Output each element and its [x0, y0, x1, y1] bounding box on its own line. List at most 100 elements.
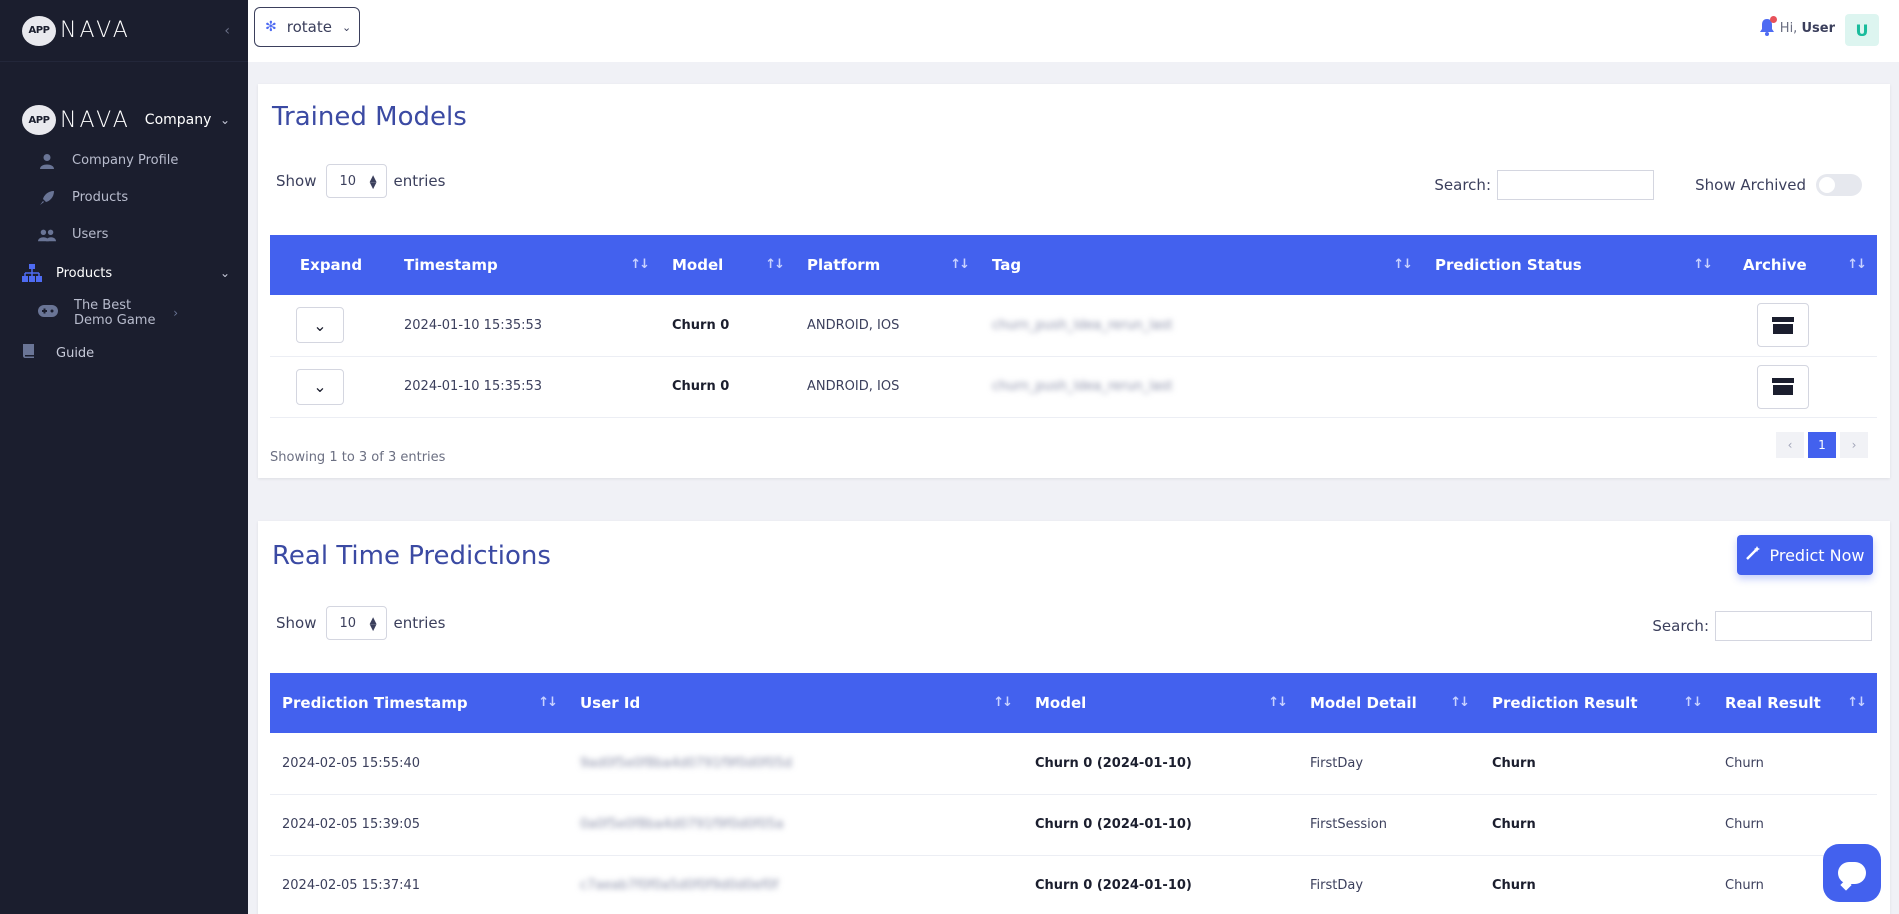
chevron-down-icon: ⌄	[313, 377, 327, 396]
chevron-right-icon: ›	[173, 306, 178, 320]
chevron-down-icon: ⌄	[341, 20, 352, 34]
greeting-prefix: Hi,	[1779, 21, 1798, 36]
sidebar-item-users[interactable]: Users	[0, 216, 248, 253]
entries-select[interactable]: 10 ▲ ▼	[326, 164, 388, 198]
prediction-timestamp-cell: 2024-02-05 15:39:05	[270, 794, 568, 856]
chat-bubble-icon	[1838, 862, 1866, 884]
magic-wand-icon	[1745, 545, 1761, 565]
prediction-result-cell: Churn	[1480, 855, 1713, 914]
column-header-prediction-result[interactable]: Prediction Result ↑↓	[1480, 673, 1713, 733]
sidebar-item-company-profile[interactable]: Company Profile	[0, 142, 248, 179]
prediction-result-cell: Churn	[1480, 794, 1713, 856]
archive-button[interactable]	[1757, 303, 1809, 348]
column-header-real-result[interactable]: Real Result ↑↓	[1713, 673, 1877, 733]
trained-models-title: Trained Models	[272, 102, 467, 132]
user-icon	[38, 152, 56, 170]
show-entries-control: Show 10 ▲ ▼ entries	[276, 606, 445, 640]
column-header-model[interactable]: Model ↑↓	[660, 235, 795, 295]
book-icon	[22, 343, 40, 363]
sidebar-item-products[interactable]: Products ⌄	[0, 253, 248, 293]
column-header-tag[interactable]: Tag ↑↓	[980, 235, 1423, 295]
trained-models-table: Expand Timestamp ↑↓ Model ↑↓ Platform ↑↓ Ta…	[270, 235, 1877, 418]
real-result-cell: Churn	[1713, 733, 1877, 795]
notification-bell-icon[interactable]	[1759, 16, 1777, 41]
app-logo[interactable]: APP NAVA	[22, 15, 131, 46]
column-header-model[interactable]: Model ↑↓	[1023, 673, 1298, 733]
search-control: Search:	[1652, 611, 1872, 641]
table-header-row: Expand Timestamp ↑↓ Model ↑↓ Platform ↑↓ Ta…	[270, 235, 1877, 295]
tag-cell: churn_push_ldea_rerun_last	[980, 356, 1423, 418]
avatar[interactable]: U	[1845, 14, 1879, 46]
prediction-timestamp-cell: 2024-02-05 15:55:40	[270, 733, 568, 795]
sort-icon: ↑↓	[1693, 257, 1713, 272]
column-header-platform[interactable]: Platform ↑↓	[795, 235, 980, 295]
table-row: 2024-02-05 15:39:05 0a0f5e0f8ba4d0791f9f…	[270, 794, 1877, 856]
timestamp-cell: 2024-01-10 15:35:53	[392, 356, 660, 418]
prediction-timestamp-cell: 2024-02-05 15:37:41	[270, 855, 568, 914]
pagination-prev[interactable]: ‹	[1776, 432, 1804, 458]
sidebar-item-guide[interactable]: Guide	[0, 333, 248, 373]
column-header-prediction-timestamp[interactable]: Prediction Timestamp ↑↓	[270, 673, 568, 733]
search-control: Search:	[1434, 170, 1654, 200]
notification-dot	[1770, 16, 1777, 23]
collapse-sidebar-icon[interactable]: ‹	[224, 23, 230, 39]
expand-button[interactable]: ⌄	[296, 307, 344, 344]
sidebar-item-game[interactable]: The Best Demo Game ›	[0, 293, 248, 333]
trained-models-card: Trained Models Show 10 ▲ ▼ entries Search…	[258, 84, 1890, 478]
sidebar-item-label: The Best Demo Game	[74, 298, 156, 328]
column-header-user-id[interactable]: User Id ↑↓	[568, 673, 1023, 733]
table-header-row: Prediction Timestamp ↑↓ User Id ↑↓ Model ↑↓…	[270, 673, 1877, 733]
user-id-cell: c7aeab7f0f0a5d0f0f9d0d0ef0f	[568, 855, 1023, 914]
column-header-model-detail[interactable]: Model Detail ↑↓	[1298, 673, 1480, 733]
entries-select[interactable]: 10 ▲ ▼	[326, 606, 388, 640]
table-row: ⌄ 2024-01-10 15:35:53 Churn 0 ANDROID, I…	[270, 295, 1877, 357]
sort-icon: ↑↓	[1450, 695, 1470, 710]
sort-icon: ↑↓	[765, 257, 785, 272]
show-label: Show	[276, 172, 317, 190]
company-label: Company	[144, 112, 212, 128]
search-input[interactable]	[1497, 170, 1654, 200]
column-header-timestamp[interactable]: Timestamp ↑↓	[392, 235, 660, 295]
sidebar-item-label: Users	[72, 227, 109, 242]
sidebar-item-label: Products	[56, 265, 113, 281]
expand-button[interactable]: ⌄	[296, 368, 344, 405]
top-bar: ✻ rotate ⌄ Hi, User U	[248, 0, 1899, 62]
archive-box-icon	[1772, 378, 1794, 395]
pagination-next[interactable]: ›	[1840, 432, 1868, 458]
chat-widget-button[interactable]	[1823, 844, 1881, 902]
expand-cell: ⌄	[270, 356, 392, 418]
model-cell: Churn 0	[660, 356, 795, 418]
sort-icon: ↑↓	[1268, 695, 1288, 710]
table-info: Showing 1 to 3 of 3 entries	[270, 450, 446, 465]
archive-button[interactable]	[1757, 364, 1809, 409]
logo-mark: APP	[22, 15, 56, 46]
logo-text: NAVA	[60, 18, 131, 43]
predict-now-button[interactable]: Predict Now	[1737, 535, 1873, 575]
prediction-status-cell	[1423, 295, 1723, 357]
search-input[interactable]	[1715, 611, 1872, 641]
select-arrows-icon: ▲ ▼	[369, 616, 377, 633]
gear-icon: ✻	[265, 19, 277, 35]
column-header-prediction-status[interactable]: Prediction Status ↑↓	[1423, 235, 1723, 295]
sort-icon: ↑↓	[993, 695, 1013, 710]
company-logo-text: NAVA	[60, 107, 131, 133]
realtime-predictions-title: Real Time Predictions	[272, 541, 551, 571]
column-header-archive[interactable]: Archive ↑↓	[1723, 235, 1877, 295]
column-header-expand[interactable]: Expand	[270, 235, 392, 295]
user-greeting[interactable]: Hi, User	[1780, 21, 1835, 36]
model-cell: Churn 0 (2024-01-10)	[1023, 855, 1298, 914]
project-selector[interactable]: ✻ rotate ⌄	[254, 7, 360, 47]
user-id-cell: 9ad0f5e0f8ba4d0791f9f0d0f05d	[568, 733, 1023, 795]
sort-icon: ↑↓	[1847, 257, 1867, 272]
archive-cell	[1723, 295, 1877, 357]
pagination-page-1[interactable]: 1	[1808, 432, 1836, 458]
gamepad-icon	[38, 305, 58, 321]
model-detail-cell: FirstSession	[1298, 794, 1480, 856]
search-label: Search:	[1434, 176, 1491, 194]
show-archived-toggle[interactable]	[1816, 174, 1862, 196]
realtime-predictions-table: Prediction Timestamp ↑↓ User Id ↑↓ Model ↑↓…	[270, 673, 1877, 914]
sidebar-item-label: Products	[72, 190, 129, 205]
sidebar-company-menu[interactable]: APP NAVA Company ⌄	[0, 98, 248, 142]
tag-cell: churn_push_ldea_rerun_last	[980, 295, 1423, 357]
sidebar-item-products-sub[interactable]: Products	[0, 179, 248, 216]
